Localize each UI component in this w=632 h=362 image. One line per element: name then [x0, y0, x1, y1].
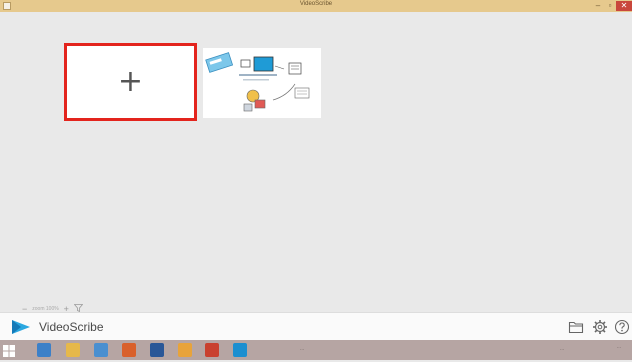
plus-icon: +	[117, 64, 144, 99]
firefox-icon[interactable]	[122, 343, 136, 357]
folder-icon[interactable]	[568, 319, 584, 335]
maximize-button[interactable]: ▫	[604, 1, 616, 11]
system-tray[interactable]: ...	[560, 346, 564, 352]
powerpoint-icon[interactable]	[205, 343, 219, 357]
clock[interactable]: ...	[608, 344, 630, 350]
app-icon[interactable]	[178, 343, 192, 357]
videoscribe-icon[interactable]	[233, 343, 247, 357]
explorer-icon[interactable]	[37, 343, 51, 357]
footer-bar: VideoScribe	[0, 312, 632, 340]
project-preview-image	[205, 52, 310, 112]
windows-start-icon[interactable]	[3, 344, 15, 357]
help-icon[interactable]	[614, 319, 630, 335]
new-project-button[interactable]: +	[64, 43, 197, 121]
word-icon[interactable]	[150, 343, 164, 357]
window-title: VideoScribe	[299, 1, 333, 7]
os-taskbar: ... ... ...	[0, 340, 632, 360]
folder-icon[interactable]	[66, 343, 80, 357]
videoscribe-logo-icon	[12, 320, 30, 334]
minimize-button[interactable]: –	[592, 1, 604, 11]
window-titlebar: VideoScribe – ▫ ✕	[0, 0, 632, 12]
media-icon[interactable]	[94, 343, 108, 357]
taskbar-task[interactable]: ...	[300, 346, 304, 352]
project-thumbnail[interactable]	[203, 48, 321, 118]
close-button[interactable]: ✕	[616, 1, 632, 11]
gear-icon[interactable]	[592, 319, 608, 335]
brand-name: VideoScribe	[39, 320, 104, 334]
project-gallery: + − zoom 100% +	[0, 12, 632, 314]
